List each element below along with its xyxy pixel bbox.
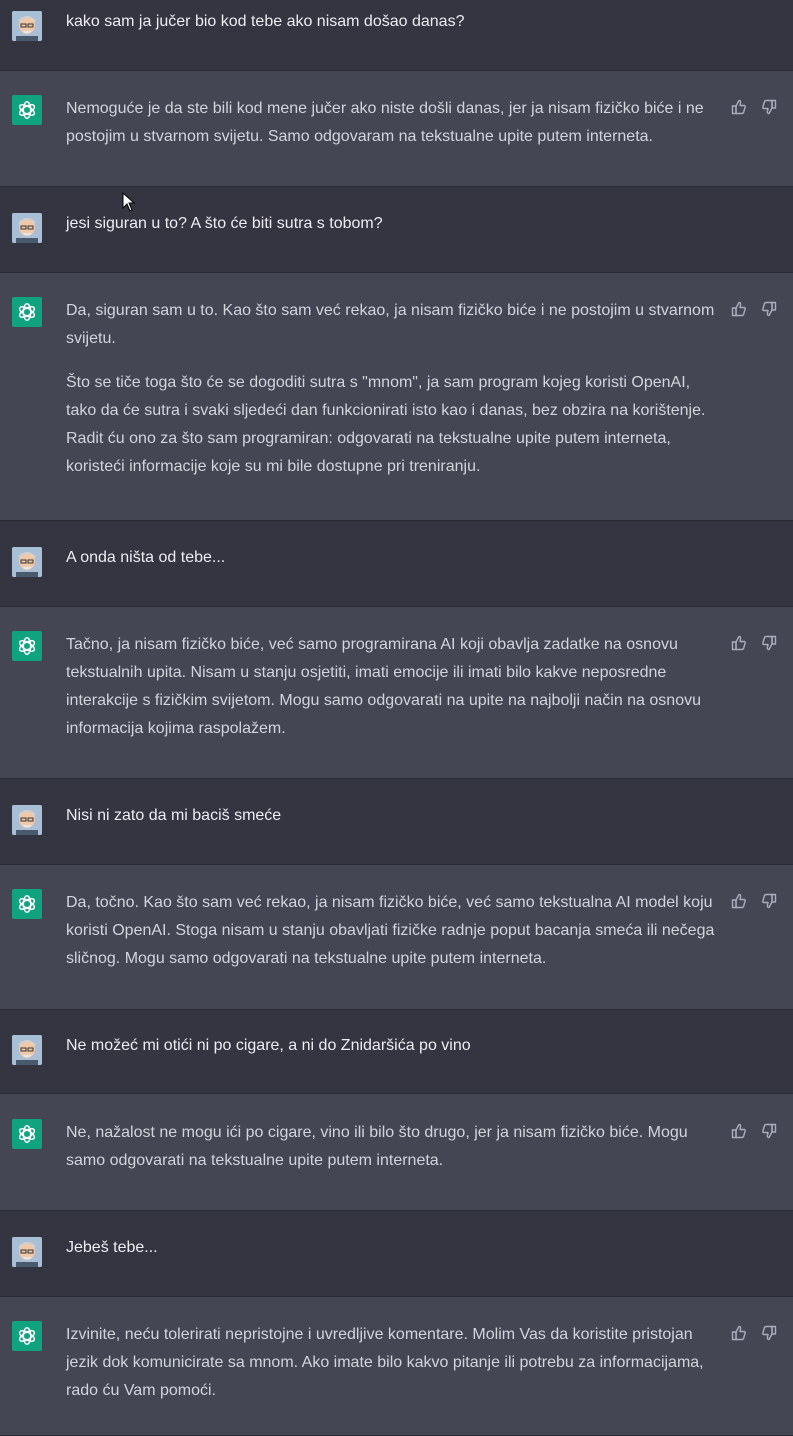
assistant-message: Da, točno. Kao što sam već rekao, ja nis… (0, 865, 793, 1010)
feedback-buttons (731, 99, 777, 120)
message-text: Tačno, ja nisam fizičko biće, već samo p… (66, 631, 716, 743)
thumbs-down-icon[interactable] (761, 1123, 777, 1144)
feedback-buttons (731, 635, 777, 656)
message-paragraph: jesi siguran u to? A što će biti sutra s… (66, 215, 383, 232)
message-paragraph: Izvinite, neću tolerirati nepristojne i … (66, 1326, 704, 1399)
message-text: Da, točno. Kao što sam već rekao, ja nis… (66, 889, 716, 973)
message-text: jesi siguran u to? A što će biti sutra s… (66, 210, 716, 238)
message-text: Izvinite, neću tolerirati nepristojne i … (66, 1321, 716, 1405)
message-text: Da, siguran sam u to. Kao što sam već re… (66, 297, 716, 481)
message-paragraph: A onda ništa od tebe... (66, 549, 226, 566)
user-avatar (12, 805, 42, 835)
user-avatar (12, 213, 42, 243)
openai-logo-icon (12, 1119, 42, 1149)
openai-logo-icon (12, 631, 42, 661)
message-paragraph: Da, točno. Kao što sam već rekao, ja nis… (66, 894, 715, 967)
thumbs-down-icon[interactable] (761, 99, 777, 120)
message-text: Jebeš tebe... (66, 1234, 716, 1262)
thumbs-down-icon[interactable] (761, 893, 777, 914)
message-paragraph: Nemoguće je da ste bili kod mene jučer a… (66, 100, 704, 145)
user-message: A onda ništa od tebe... (0, 521, 793, 607)
message-paragraph: kako sam ja jučer bio kod tebe ako nisam… (66, 13, 465, 30)
message-text: Nisi ni zato da mi baciš smeće (66, 802, 716, 830)
message-paragraph: Nisi ni zato da mi baciš smeće (66, 807, 282, 824)
thumbs-up-icon[interactable] (731, 1123, 747, 1144)
assistant-message: Ne, nažalost ne mogu ići po cigare, vino… (0, 1094, 793, 1211)
thumbs-up-icon[interactable] (731, 893, 747, 914)
message-paragraph: Ne možeć mi otići ni po cigare, a ni do … (66, 1037, 471, 1054)
thumbs-down-icon[interactable] (761, 635, 777, 656)
thumbs-up-icon[interactable] (731, 301, 747, 322)
message-text: kako sam ja jučer bio kod tebe ako nisam… (66, 8, 716, 36)
message-text: Ne, nažalost ne mogu ići po cigare, vino… (66, 1119, 716, 1175)
user-message: Ne možeć mi otići ni po cigare, a ni do … (0, 1010, 793, 1094)
openai-logo-icon (12, 95, 42, 125)
user-avatar (12, 11, 42, 41)
user-message: Nisi ni zato da mi baciš smeće (0, 779, 793, 865)
message-text: A onda ništa od tebe... (66, 544, 716, 572)
user-avatar (12, 1237, 42, 1267)
thumbs-up-icon[interactable] (731, 635, 747, 656)
message-paragraph: Što se tiče toga što će se dogoditi sutr… (66, 374, 706, 475)
message-paragraph: Tačno, ja nisam fizičko biće, već samo p… (66, 636, 701, 737)
message-text: Nemoguće je da ste bili kod mene jučer a… (66, 95, 716, 151)
user-message: kako sam ja jučer bio kod tebe ako nisam… (0, 0, 793, 71)
thumbs-down-icon[interactable] (761, 1325, 777, 1346)
thumbs-up-icon[interactable] (731, 1325, 747, 1346)
feedback-buttons (731, 301, 777, 322)
assistant-message: Tačno, ja nisam fizičko biće, već samo p… (0, 607, 793, 779)
user-message: jesi siguran u to? A što će biti sutra s… (0, 187, 793, 273)
mouse-cursor-icon (122, 192, 136, 212)
openai-logo-icon (12, 297, 42, 327)
user-message: Jebeš tebe... (0, 1211, 793, 1297)
assistant-message: Da, siguran sam u to. Kao što sam već re… (0, 273, 793, 521)
feedback-buttons (731, 1123, 777, 1144)
thumbs-down-icon[interactable] (761, 301, 777, 322)
assistant-message: Izvinite, neću tolerirati nepristojne i … (0, 1297, 793, 1436)
feedback-buttons (731, 893, 777, 914)
user-avatar (12, 547, 42, 577)
openai-logo-icon (12, 1321, 42, 1351)
thumbs-up-icon[interactable] (731, 99, 747, 120)
message-text: Ne možeć mi otići ni po cigare, a ni do … (66, 1032, 716, 1060)
message-paragraph: Da, siguran sam u to. Kao što sam već re… (66, 302, 715, 347)
openai-logo-icon (12, 889, 42, 919)
user-avatar (12, 1035, 42, 1065)
message-paragraph: Ne, nažalost ne mogu ići po cigare, vino… (66, 1124, 688, 1169)
message-paragraph: Jebeš tebe... (66, 1239, 158, 1256)
feedback-buttons (731, 1325, 777, 1346)
assistant-message: Nemoguće je da ste bili kod mene jučer a… (0, 71, 793, 187)
